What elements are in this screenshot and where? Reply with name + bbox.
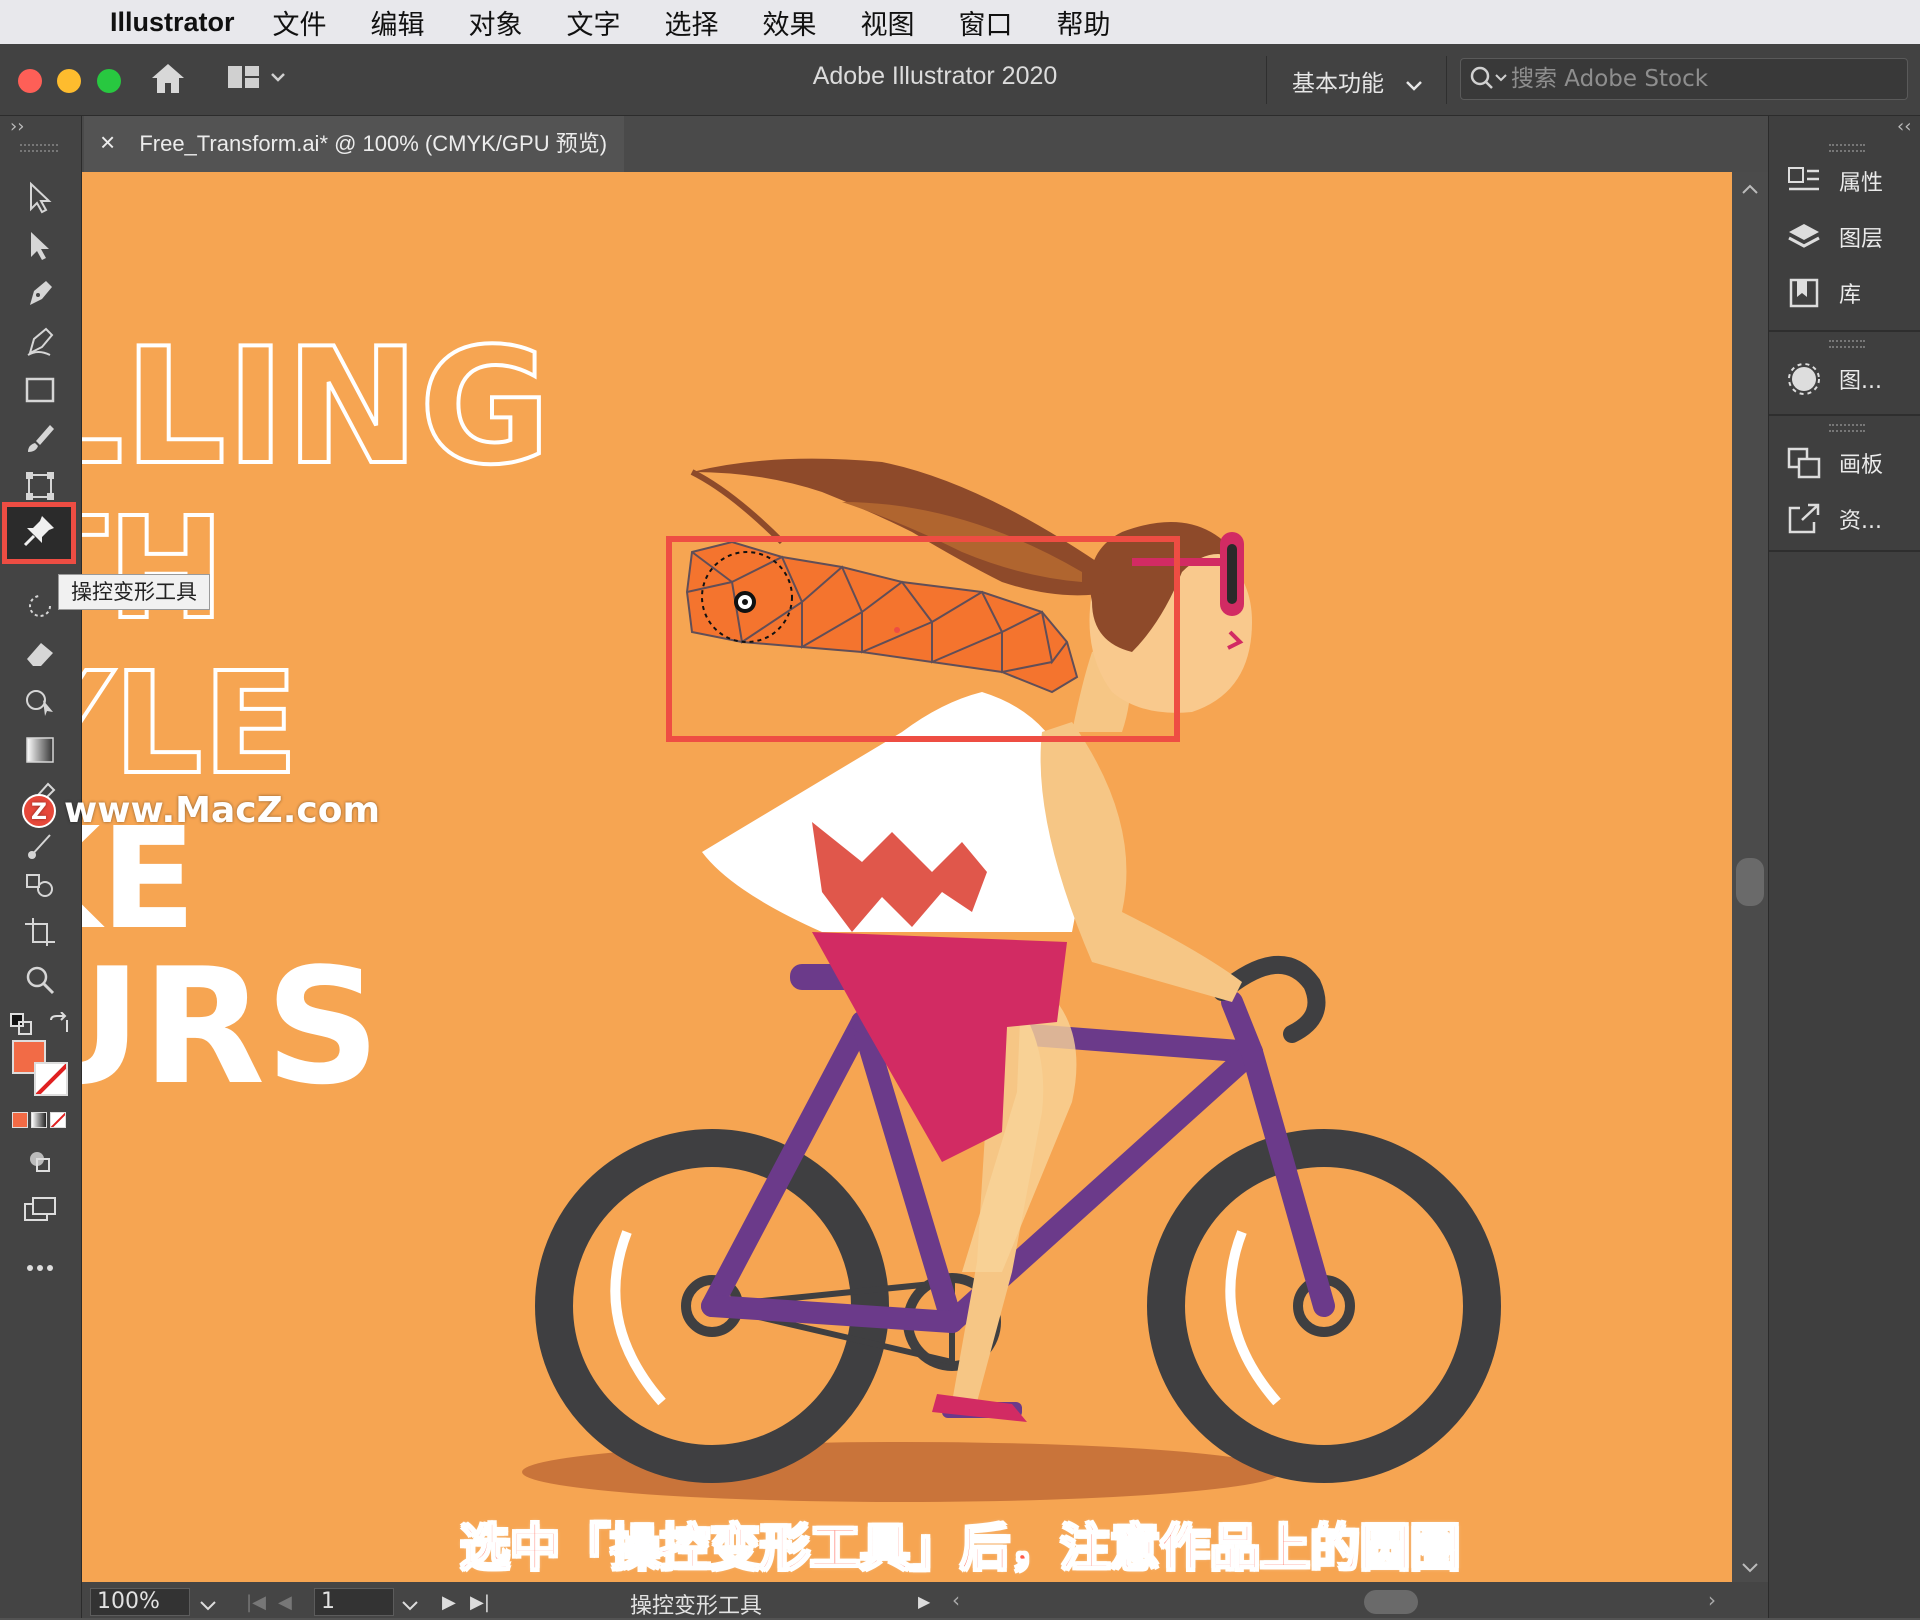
artboard-number: 1: [321, 1589, 335, 1614]
artwork-text-line2: TH: [82, 488, 225, 651]
stroke-none-swatch[interactable]: [34, 1062, 68, 1096]
app-menu[interactable]: Illustrator: [110, 7, 235, 38]
menu-view[interactable]: 视图: [861, 3, 915, 42]
artwork-text-line3: YLE: [82, 643, 298, 806]
search-icon: [1469, 65, 1509, 106]
puppet-warp-tool-button[interactable]: [2, 502, 76, 564]
menu-bar: Illustrator 文件 编辑 对象 文字 选择 效果 视图 窗口 帮助: [0, 0, 1920, 44]
hscroll-left-icon[interactable]: ‹: [952, 1588, 960, 1612]
hscroll-right-icon[interactable]: ›: [1708, 1588, 1716, 1612]
panel-dock: ‹‹ 属性 图层 库 图... 画板 资...: [1768, 116, 1920, 1618]
panel-asset-export[interactable]: 资...: [1769, 494, 1920, 544]
watermark: Z www.MacZ.com: [22, 790, 380, 831]
menu-file[interactable]: 文件: [273, 3, 327, 42]
menu-effect[interactable]: 效果: [763, 3, 817, 42]
artboard-canvas[interactable]: LLING TH YLE KE URS: [82, 172, 1732, 1582]
document-title: Free_Transform.ai* @ 100% (CMYK/GPU 预览): [139, 131, 608, 156]
panel-artboards-label: 画板: [1839, 453, 1884, 478]
panel-artboards[interactable]: 画板: [1769, 438, 1920, 488]
document-tab-strip: × Free_Transform.ai* @ 100% (CMYK/GPU 预览…: [0, 116, 1920, 172]
tutorial-caption: 选中「操控变形工具」后，注意作品上的圆圈: [459, 1518, 1461, 1578]
chevron-down-icon: [1405, 71, 1423, 97]
panel-libraries[interactable]: 库: [1769, 268, 1920, 318]
shape-builder-tool-icon[interactable]: [14, 680, 66, 724]
zoom-value: 100%: [97, 1589, 160, 1614]
panel-properties-label: 属性: [1839, 171, 1884, 196]
macz-logo-icon: Z: [22, 793, 56, 828]
adobe-stock-search[interactable]: 搜索 Adobe Stock: [1460, 58, 1908, 100]
drawing-modes-icon[interactable]: [14, 1140, 66, 1184]
document-tab[interactable]: × Free_Transform.ai* @ 100% (CMYK/GPU 预览…: [84, 116, 624, 172]
artboards-icon: [1769, 446, 1839, 480]
properties-icon: [1769, 165, 1839, 197]
dock-collapse-icon[interactable]: ‹‹: [1897, 116, 1911, 137]
eraser-tool-icon[interactable]: [14, 632, 66, 676]
pushpin-icon: [22, 514, 56, 552]
panel-libraries-label: 库: [1839, 283, 1862, 308]
panel-collapse-icon[interactable]: ››: [10, 116, 24, 137]
status-tool-name: 操控变形工具: [630, 1594, 763, 1619]
menu-object[interactable]: 对象: [469, 3, 523, 42]
panel-asset-export-label: 资...: [1839, 509, 1882, 534]
first-artboard-icon[interactable]: |◀: [246, 1592, 266, 1613]
panel-layers-label: 图层: [1839, 227, 1884, 252]
zoom-dropdown-icon[interactable]: [198, 1594, 218, 1619]
panel-layers[interactable]: 图层: [1769, 212, 1920, 262]
status-bar: 100% |◀ ◀ 1 ▶ ▶| 操控变形工具 ▶ ‹ ›: [82, 1582, 1768, 1619]
artboard-number-field[interactable]: 1: [314, 1588, 394, 1616]
artboard-tool-icon[interactable]: [14, 910, 66, 954]
symbol-sprayer-tool-icon[interactable]: [14, 864, 66, 908]
vertical-scrollbar[interactable]: [1732, 172, 1768, 1582]
panel-image-trace-label: 图...: [1839, 369, 1882, 394]
artwork-text-line1: LLING: [82, 313, 551, 500]
screen-mode-icon[interactable]: [14, 1188, 66, 1232]
image-trace-icon: [1769, 361, 1839, 397]
artwork-text-line5: URS: [82, 933, 380, 1120]
app-titlebar: Adobe Illustrator 2020 基本功能 搜索 Adobe Sto…: [0, 44, 1920, 116]
direct-selection-tool-icon[interactable]: [14, 224, 66, 268]
more-tools-icon[interactable]: [14, 1246, 66, 1290]
pen-tool-icon[interactable]: [14, 272, 66, 316]
selection-tool-icon[interactable]: [14, 176, 66, 220]
menu-help[interactable]: 帮助: [1057, 3, 1111, 42]
paintbrush-tool-icon[interactable]: [14, 416, 66, 460]
asset-export-icon: [1769, 502, 1839, 536]
color-mode-buttons[interactable]: [12, 1112, 68, 1130]
panel-properties[interactable]: 属性: [1769, 156, 1920, 206]
artboard-dropdown-icon[interactable]: [400, 1594, 420, 1619]
menu-type[interactable]: 文字: [567, 3, 621, 42]
menu-edit[interactable]: 编辑: [371, 3, 425, 42]
watermark-text: www.MacZ.com: [64, 790, 380, 831]
swap-colors-icon[interactable]: [44, 1002, 74, 1046]
artwork: LLING TH YLE KE URS: [82, 311, 1501, 1502]
horizontal-scroll-thumb[interactable]: [1364, 1590, 1418, 1614]
rectangle-tool-icon[interactable]: [14, 368, 66, 412]
libraries-icon: [1769, 277, 1839, 309]
last-artboard-icon[interactable]: ▶|: [470, 1592, 490, 1613]
scroll-thumb[interactable]: [1736, 858, 1764, 906]
curvature-tool-icon[interactable]: [14, 320, 66, 364]
workspace-switcher[interactable]: 基本功能: [1292, 64, 1423, 98]
scroll-up-icon[interactable]: [1740, 180, 1760, 199]
panel-image-trace[interactable]: 图...: [1769, 354, 1920, 404]
menu-window[interactable]: 窗口: [959, 3, 1013, 42]
previous-artboard-icon[interactable]: ◀: [278, 1592, 292, 1613]
layers-icon: [1769, 221, 1839, 253]
workspace-label: 基本功能: [1292, 71, 1384, 97]
menu-select[interactable]: 选择: [665, 3, 719, 42]
status-menu-icon[interactable]: ▶: [918, 1592, 930, 1611]
zoom-field[interactable]: 100%: [90, 1588, 190, 1616]
gradient-tool-icon[interactable]: [14, 728, 66, 772]
tools-panel: ››: [0, 116, 82, 1618]
next-artboard-icon[interactable]: ▶: [442, 1592, 456, 1613]
tool-tooltip: 操控变形工具: [58, 574, 210, 610]
search-placeholder: 搜索 Adobe Stock: [1511, 66, 1709, 92]
zoom-tool-icon[interactable]: [14, 958, 66, 1002]
tab-close-button[interactable]: ×: [100, 127, 115, 157]
